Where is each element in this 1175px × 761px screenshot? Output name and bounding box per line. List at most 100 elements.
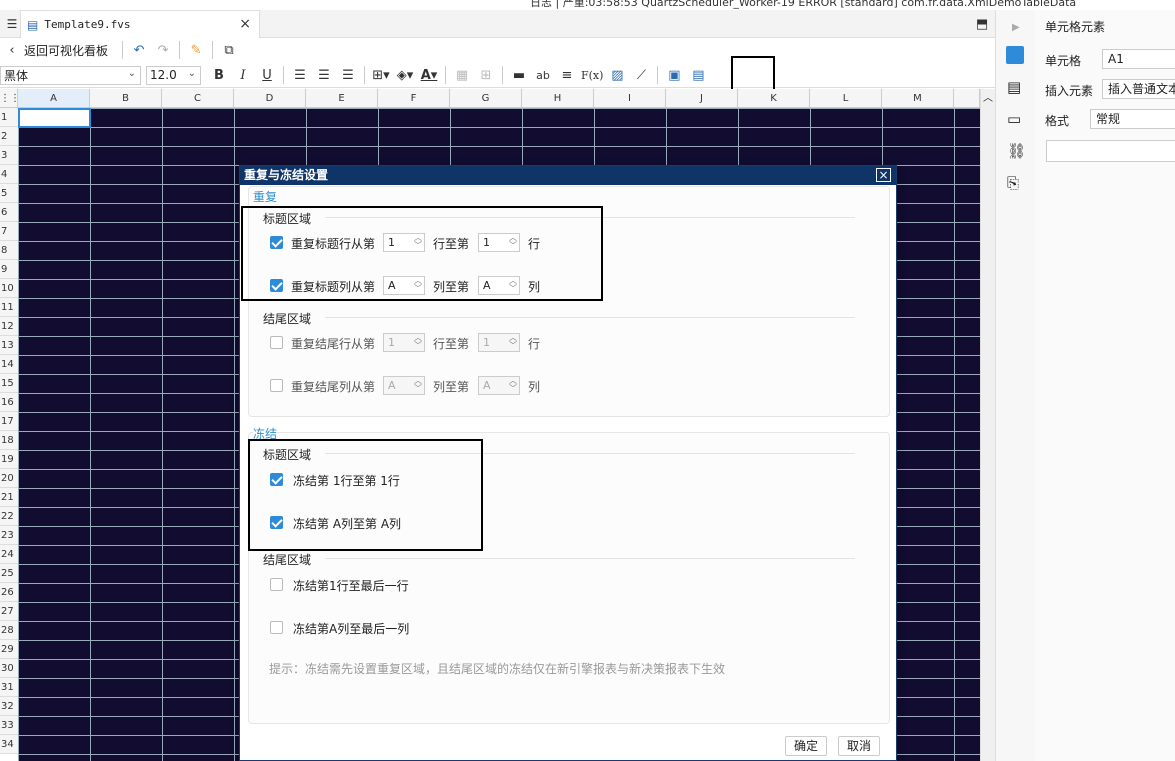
unmerge-cells-icon[interactable]: ⊞ xyxy=(476,65,496,85)
column-header-e[interactable]: E xyxy=(306,89,378,108)
cell-attr-icon[interactable]: ▤ xyxy=(1007,78,1021,96)
italic-button[interactable]: I xyxy=(233,65,253,85)
bold-button[interactable]: B xyxy=(209,65,229,85)
row-header-32[interactable]: 32 xyxy=(0,697,18,716)
fill-color-icon[interactable]: ◈▾ xyxy=(395,65,415,85)
format-detail-field[interactable] xyxy=(1046,140,1175,162)
dialog-close-button[interactable]: × xyxy=(876,168,891,182)
redo-icon[interactable]: ↷ xyxy=(153,40,173,60)
column-header-h[interactable]: H xyxy=(522,89,594,108)
formula-icon[interactable]: F(x) xyxy=(581,65,603,85)
widget-icon[interactable]: ▭ xyxy=(1007,110,1021,128)
row-header-3[interactable]: 3 xyxy=(0,146,18,165)
row-header-21[interactable]: 21 xyxy=(0,488,18,507)
tab-template9[interactable]: ▤ Template9.fvs × xyxy=(20,10,260,38)
format-brush-icon[interactable]: ✎ xyxy=(186,40,206,60)
repeat-settings-icon[interactable]: ▤ xyxy=(688,65,708,85)
column-header-c[interactable]: C xyxy=(162,89,234,108)
row-header-6[interactable]: 6 xyxy=(0,203,18,222)
row-header-12[interactable]: 12 xyxy=(0,317,18,336)
insert-row-icon[interactable]: ▬ xyxy=(509,65,529,85)
row-header-25[interactable]: 25 xyxy=(0,564,18,583)
text-icon[interactable]: ab xyxy=(533,65,553,85)
align-center-icon[interactable]: ☰ xyxy=(314,65,334,85)
column-header-f[interactable]: F xyxy=(378,89,450,108)
corner-cell[interactable]: ⋮⋮ xyxy=(0,89,20,108)
column-header-g[interactable]: G xyxy=(450,89,522,108)
row-header-24[interactable]: 24 xyxy=(0,545,18,564)
row-header-16[interactable]: 16 xyxy=(0,393,18,412)
cell-field[interactable]: A1 xyxy=(1102,49,1175,69)
column-header-a[interactable]: A xyxy=(18,89,90,108)
column-header-k[interactable]: K xyxy=(738,89,810,108)
footer-row-to-stepper[interactable]: 1 ︿ ﹀ xyxy=(478,333,520,352)
underline-button[interactable]: U xyxy=(257,65,277,85)
row-header-8[interactable]: 8 xyxy=(0,241,18,260)
row-header-33[interactable]: 33 xyxy=(0,716,18,735)
stepper-arrows-icon[interactable]: ︿ ﹀ xyxy=(414,334,422,350)
paragraph-icon[interactable]: ≡ xyxy=(557,65,577,85)
menu-icon[interactable]: ☰ xyxy=(2,14,22,34)
vertical-scrollbar[interactable]: ︿ xyxy=(980,89,995,761)
font-color-icon[interactable]: A▾ xyxy=(419,65,439,85)
slash-icon[interactable]: ⟋ xyxy=(631,65,651,85)
row-header-5[interactable]: 5 xyxy=(0,184,18,203)
align-right-icon[interactable]: ☰ xyxy=(338,65,358,85)
format-select[interactable]: 常规 xyxy=(1090,109,1175,129)
chevron-up-icon[interactable]: ︿ xyxy=(983,89,993,104)
undo-icon[interactable]: ↶ xyxy=(129,40,149,60)
back-button[interactable]: 返回可视化看板 xyxy=(24,42,108,59)
column-header-j[interactable]: J xyxy=(666,89,738,108)
row-header-30[interactable]: 30 xyxy=(0,659,18,678)
row-header-31[interactable]: 31 xyxy=(0,678,18,697)
insert-element-select[interactable]: 插入普通文本 xyxy=(1102,79,1175,99)
border-icon[interactable]: ⊞▾ xyxy=(371,65,391,85)
back-arrow-icon[interactable]: ‹ xyxy=(2,40,22,60)
row-header-19[interactable]: 19 xyxy=(0,450,18,469)
font-size-select[interactable]: 12.0 ⌄ xyxy=(146,65,201,85)
row-header-20[interactable]: 20 xyxy=(0,469,18,488)
column-header-b[interactable]: B xyxy=(90,89,162,108)
freeze-footer-col-checkbox[interactable] xyxy=(270,621,283,634)
column-header-d[interactable]: D xyxy=(234,89,306,108)
row-header-9[interactable]: 9 xyxy=(0,260,18,279)
footer-col-from-stepper[interactable]: A ︿ ﹀ xyxy=(383,376,425,395)
merge-cells-icon[interactable]: ▦ xyxy=(452,65,472,85)
link-icon[interactable]: ⛓ xyxy=(1007,142,1026,160)
ok-button[interactable]: 确定 xyxy=(785,736,827,756)
footer-row-checkbox[interactable] xyxy=(270,336,283,349)
row-header-29[interactable]: 29 xyxy=(0,640,18,659)
column-header-i[interactable]: I xyxy=(594,89,666,108)
row-header-28[interactable]: 28 xyxy=(0,621,18,640)
row-header-4[interactable]: 4 xyxy=(0,165,18,184)
footer-row-from-stepper[interactable]: 1 ︿ ﹀ xyxy=(383,333,425,352)
freeze-settings-icon[interactable]: ▣ xyxy=(664,65,684,85)
preview-icon[interactable]: ⧉ xyxy=(219,40,239,60)
row-header-18[interactable]: 18 xyxy=(0,431,18,450)
row-header-17[interactable]: 17 xyxy=(0,412,18,431)
font-family-select[interactable]: 黑体 ⌄ xyxy=(0,65,141,85)
row-header-15[interactable]: 15 xyxy=(0,374,18,393)
row-header-34[interactable]: 34 xyxy=(0,735,18,754)
stepper-arrows-icon[interactable]: ︿ ﹀ xyxy=(509,334,517,350)
freeze-footer-row-checkbox[interactable] xyxy=(270,578,283,591)
collapse-arrow-icon[interactable]: ▶ xyxy=(1012,22,1020,33)
row-header-23[interactable]: 23 xyxy=(0,526,18,545)
column-header-l[interactable]: L xyxy=(810,89,882,108)
pin-icon[interactable]: ⬒ xyxy=(972,14,992,34)
row-header-14[interactable]: 14 xyxy=(0,355,18,374)
footer-col-to-stepper[interactable]: A ︿ ﹀ xyxy=(478,376,520,395)
row-header-13[interactable]: 13 xyxy=(0,336,18,355)
cell-element-icon[interactable] xyxy=(1006,46,1024,64)
row-header-10[interactable]: 10 xyxy=(0,279,18,298)
row-header-11[interactable]: 11 xyxy=(0,298,18,317)
row-header-26[interactable]: 26 xyxy=(0,583,18,602)
row-header-2[interactable]: 2 xyxy=(0,127,18,146)
row-header-1[interactable]: 1 xyxy=(0,108,18,127)
row-header-27[interactable]: 27 xyxy=(0,602,18,621)
footer-col-checkbox[interactable] xyxy=(270,379,283,392)
column-header-m[interactable]: M xyxy=(882,89,954,108)
stepper-arrows-icon[interactable]: ︿ ﹀ xyxy=(414,377,422,393)
cancel-button[interactable]: 取消 xyxy=(838,736,880,756)
stepper-arrows-icon[interactable]: ︿ ﹀ xyxy=(509,377,517,393)
